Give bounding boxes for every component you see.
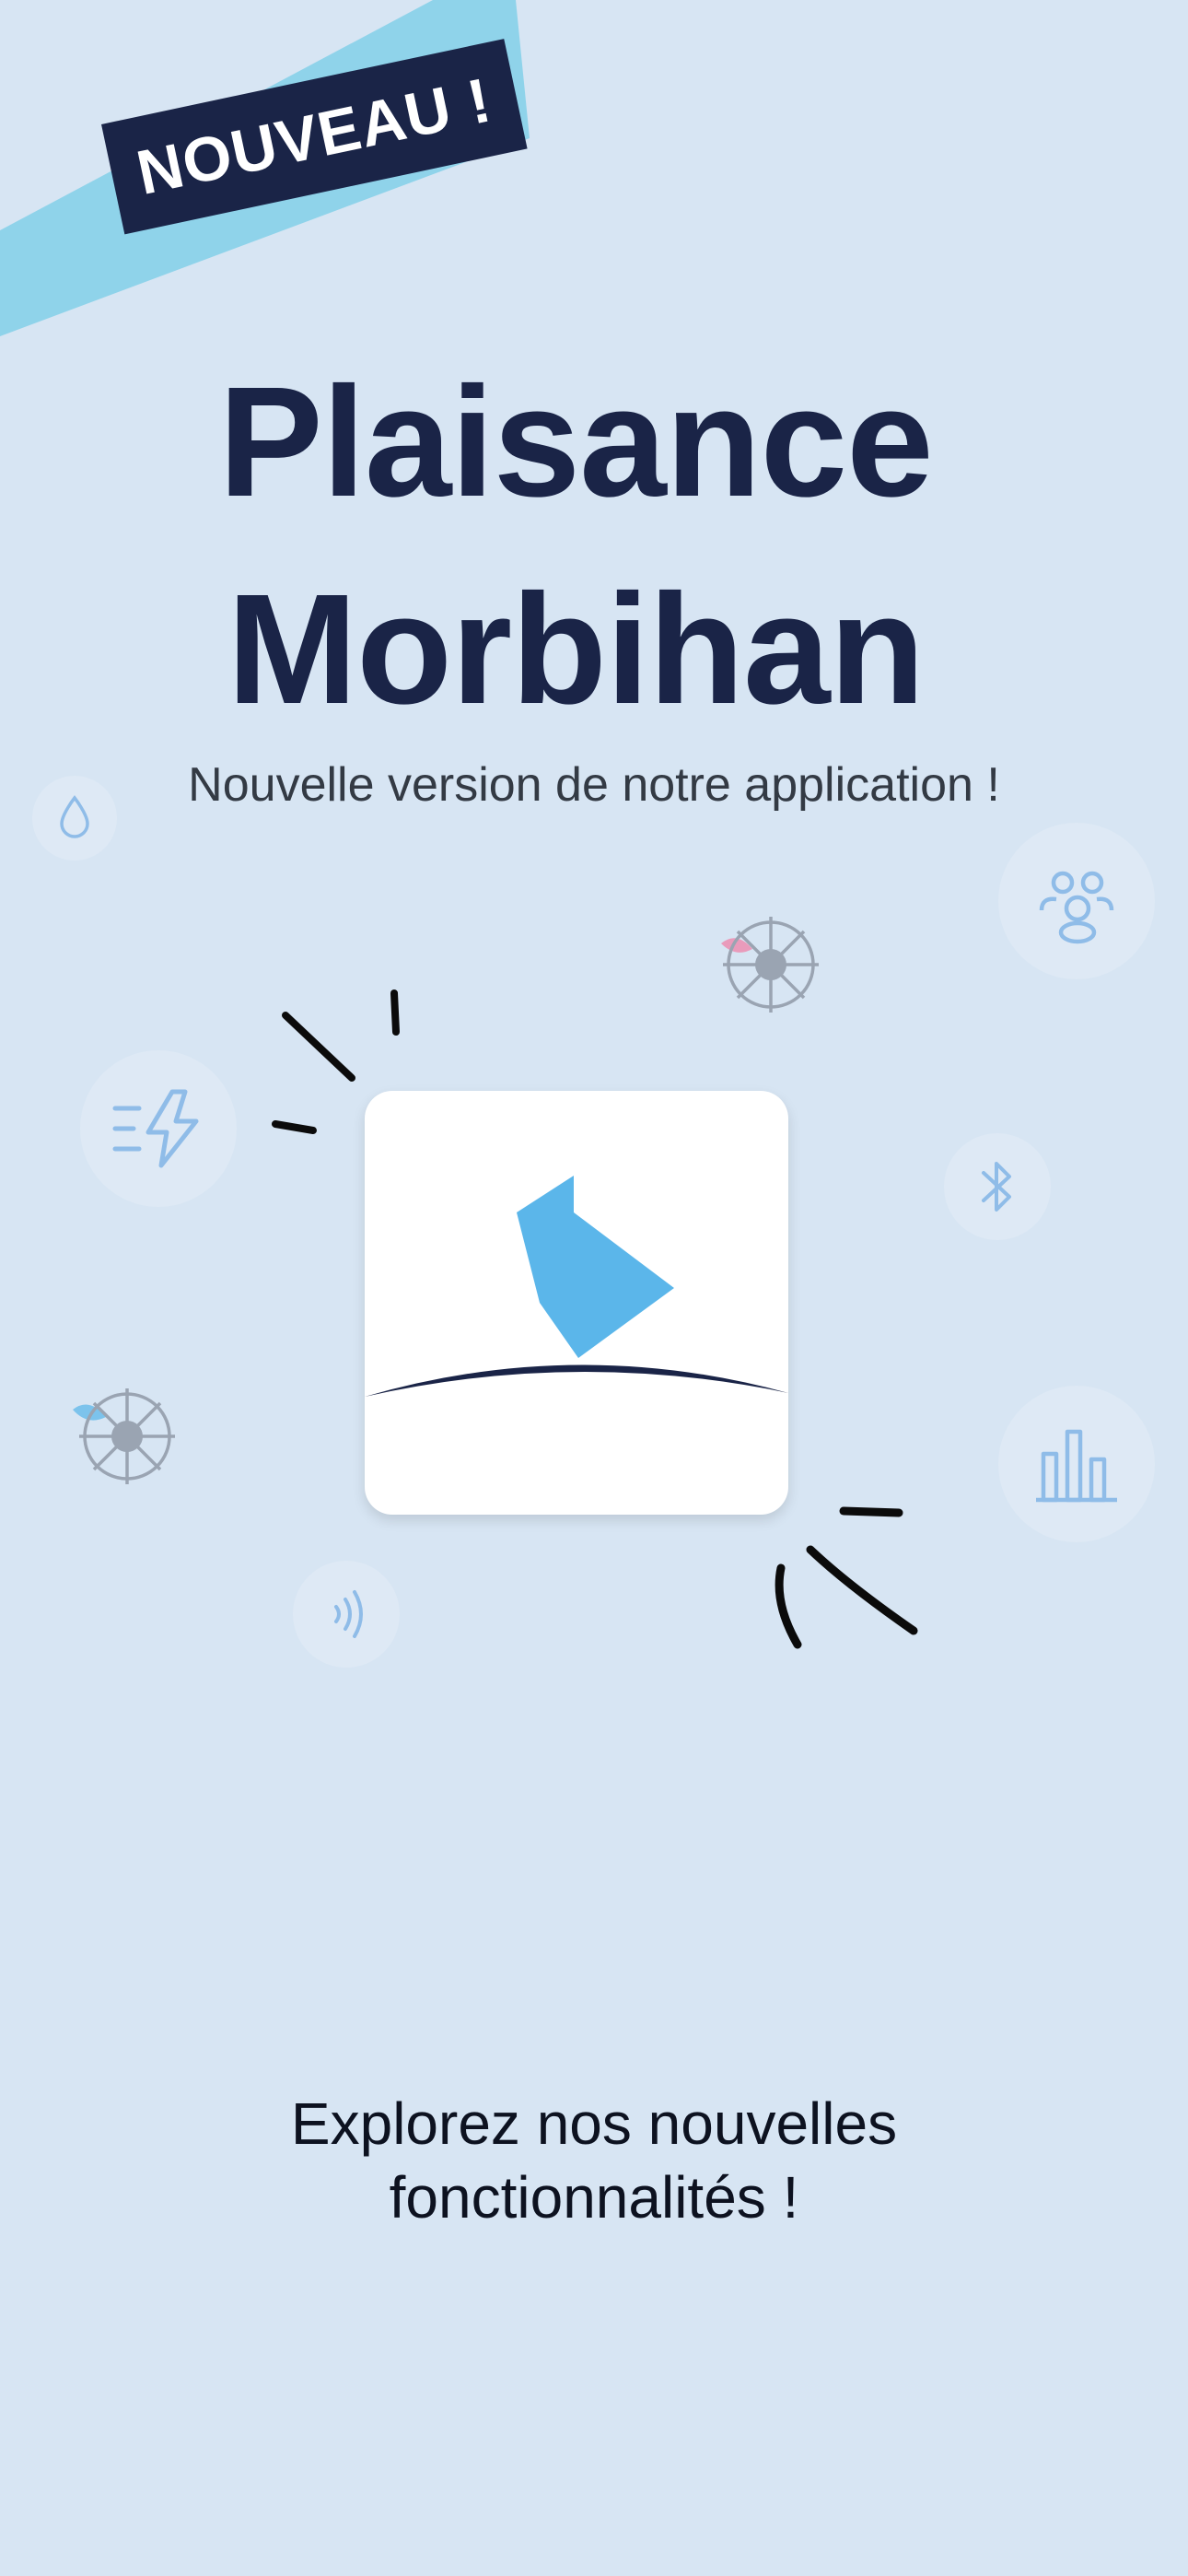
bar-chart-icon xyxy=(998,1386,1155,1542)
water-drop-icon xyxy=(32,776,117,861)
group-icon xyxy=(998,823,1155,979)
app-title-line2: Morbihan xyxy=(227,562,926,737)
app-title-line1: Plaisance xyxy=(218,355,933,530)
app-logo xyxy=(365,1091,788,1515)
ship-wheel-icon-left xyxy=(69,1382,180,1493)
ship-wheel-icon xyxy=(714,912,824,1023)
cta-line2: fonctionnalités ! xyxy=(389,2164,799,2231)
nfc-icon xyxy=(293,1561,400,1668)
cta-line1: Explorez nos nouvelles xyxy=(290,2090,898,2157)
fast-charge-icon xyxy=(80,1050,237,1207)
bluetooth-icon xyxy=(944,1133,1051,1240)
sparkle-lines-bottom-right xyxy=(775,1506,918,1649)
subtitle: Nouvelle version de notre application ! xyxy=(188,758,1000,812)
cta-text: Explorez nos nouvelles fonctionnalités ! xyxy=(0,2087,1188,2234)
